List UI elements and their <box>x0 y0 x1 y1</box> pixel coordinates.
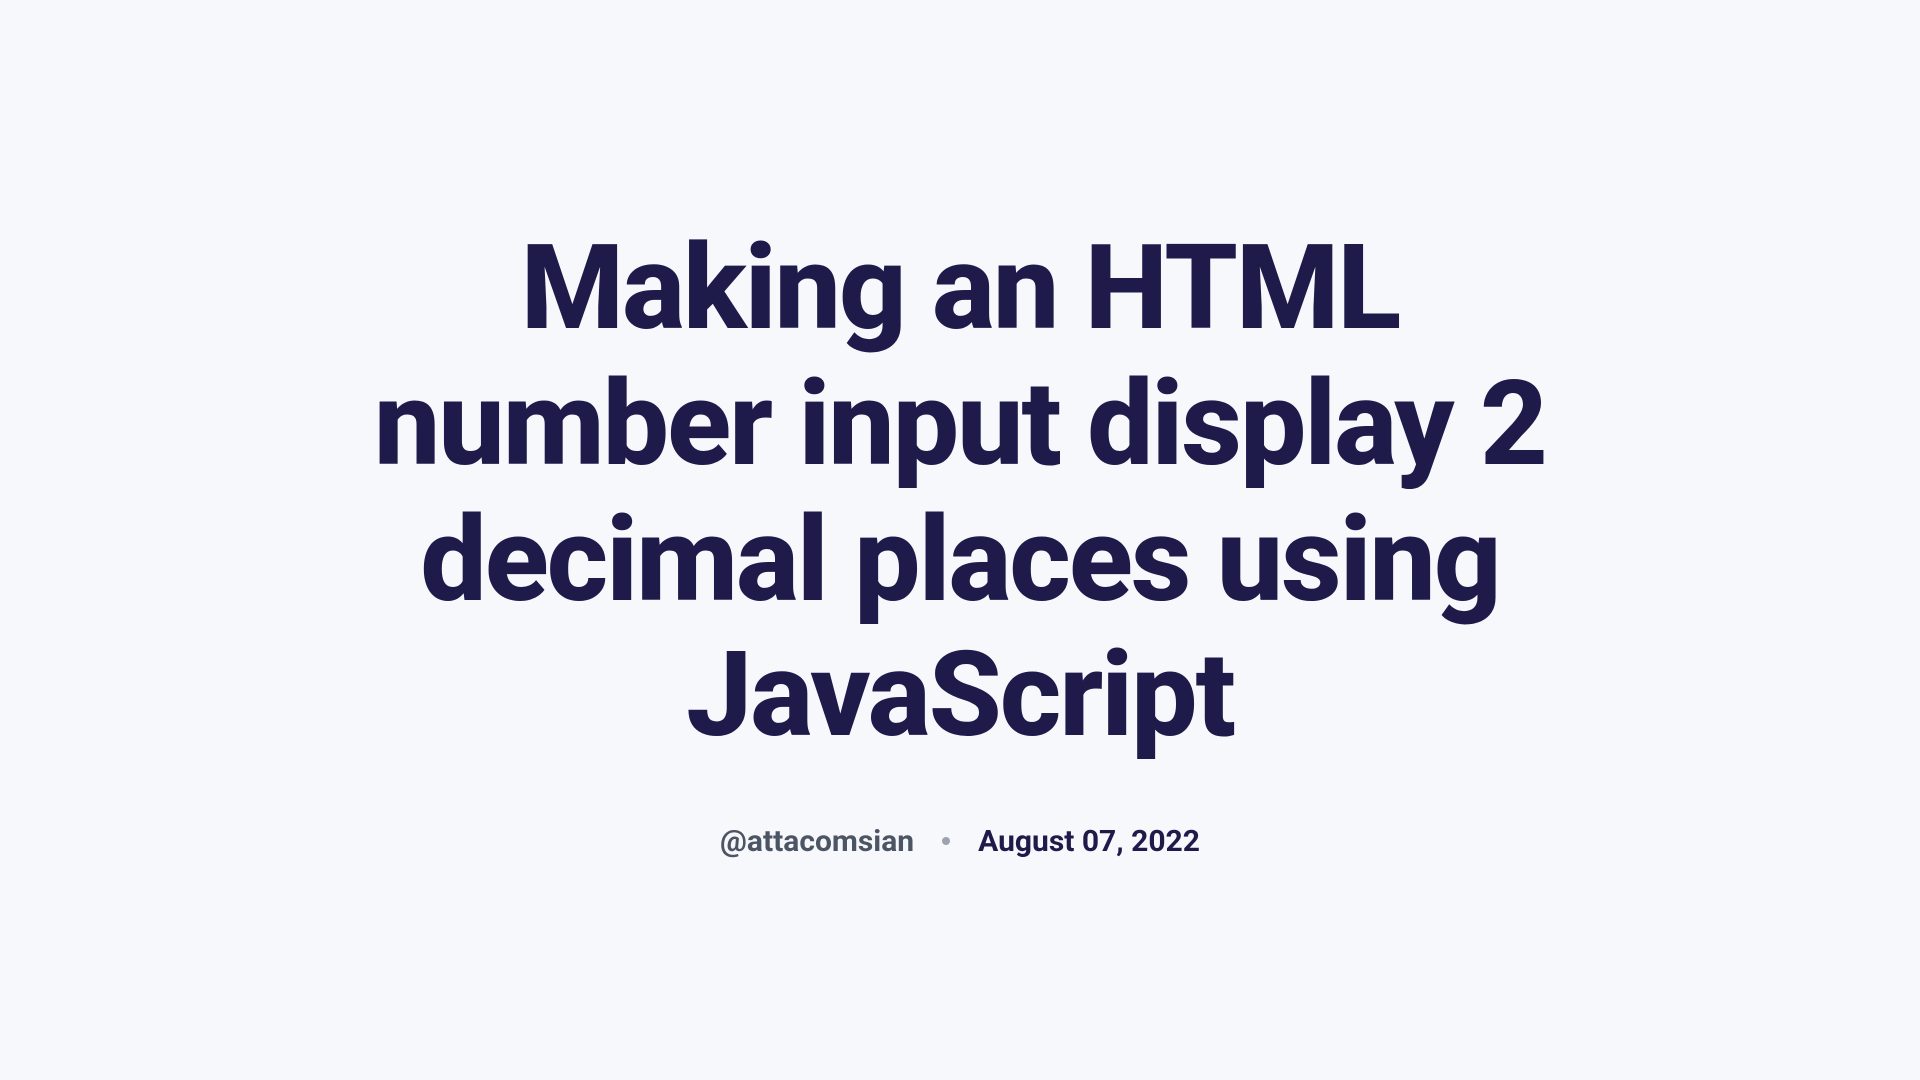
article-author: @attacomsian <box>720 824 914 859</box>
article-title: Making an HTML number input display 2 de… <box>320 221 1600 764</box>
article-header: Making an HTML number input display 2 de… <box>260 221 1660 859</box>
article-date: August 07, 2022 <box>978 824 1200 859</box>
meta-separator-icon <box>942 837 950 845</box>
article-meta: @attacomsian August 07, 2022 <box>320 824 1600 859</box>
